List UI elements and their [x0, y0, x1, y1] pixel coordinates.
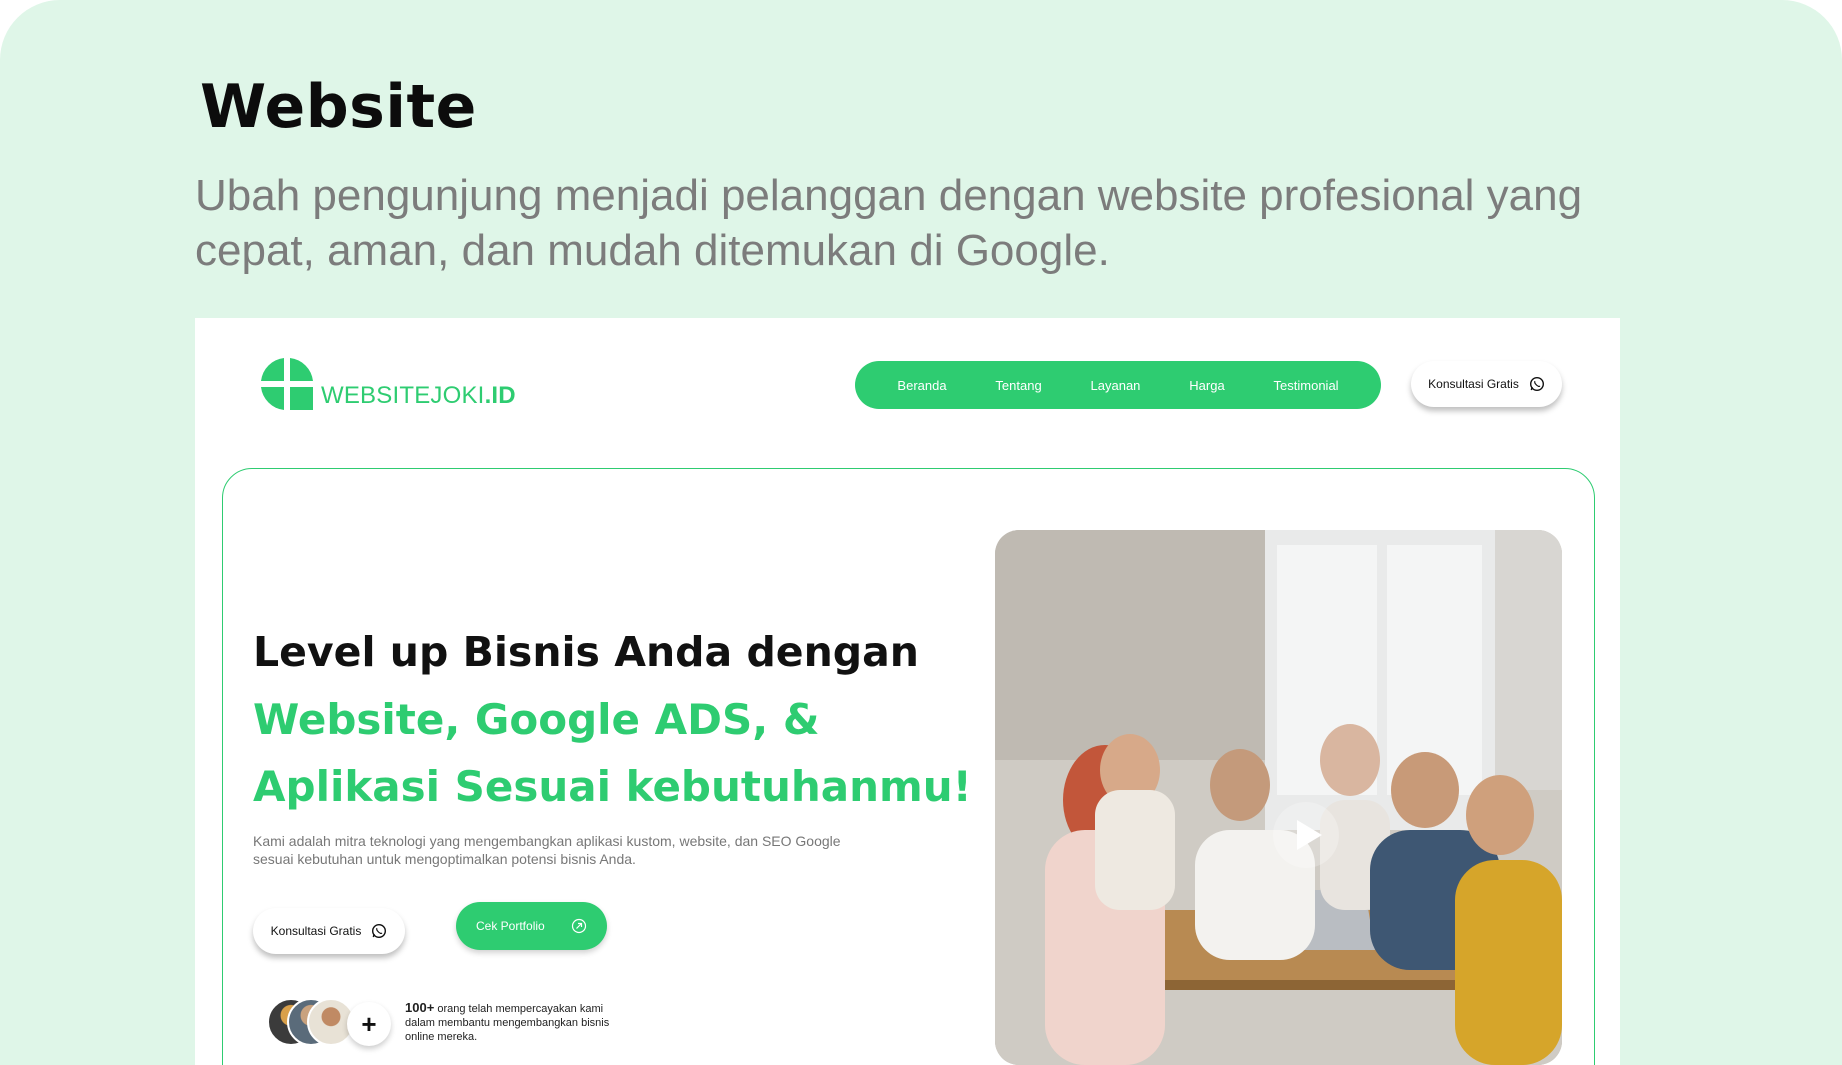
hero-video-thumbnail[interactable] [995, 530, 1562, 1065]
header-consult-button[interactable]: Konsultasi Gratis [1411, 361, 1562, 407]
website-feature-card: Website Ubah pengunjung menjadi pelangga… [0, 0, 1842, 1065]
more-avatars-badge: + [347, 1002, 391, 1046]
whatsapp-icon [372, 923, 387, 939]
main-nav: Beranda Tentang Layanan Harga Testimonia… [855, 361, 1381, 409]
team-meeting-photo [995, 530, 1562, 1065]
portfolio-label: Cek Portfolio [476, 919, 545, 933]
website-preview: WEBSITEJOKI.ID Beranda Tentang Layanan H… [195, 318, 1620, 1065]
hero-consult-label: Konsultasi Gratis [270, 924, 362, 938]
hero-heading-line-3: Aplikasi Sesuai kebutuhanmu! [253, 762, 972, 811]
logo-text-main: WEBSITEJOKI [321, 382, 485, 409]
trust-text: orang telah mempercayakan kami dalam mem… [405, 1003, 610, 1043]
play-icon [1297, 820, 1322, 850]
play-video-button[interactable] [1273, 802, 1339, 868]
logo-text: WEBSITEJOKI.ID [321, 382, 516, 410]
hero-consult-button[interactable]: Konsultasi Gratis [253, 908, 405, 954]
site-logo[interactable]: WEBSITEJOKI.ID [259, 356, 516, 412]
hero-description: Kami adalah mitra teknologi yang mengemb… [253, 833, 841, 867]
logo-mark-icon [261, 358, 313, 410]
arrow-up-right-icon [571, 918, 587, 934]
trust-statement: 100+ orang telah mempercayakan kami dala… [405, 1001, 635, 1044]
nav-item-layanan[interactable]: Layanan [1091, 378, 1141, 393]
hero-heading-line-2: Website, Google ADS, & [253, 695, 820, 744]
header-consult-label: Konsultasi Gratis [1428, 377, 1519, 391]
nav-item-tentang[interactable]: Tentang [995, 378, 1041, 393]
hero-heading-line-1: Level up Bisnis Anda dengan [253, 628, 919, 676]
client-avatars: + [267, 998, 391, 1050]
nav-item-beranda[interactable]: Beranda [897, 378, 946, 393]
section-title: Website [200, 72, 477, 142]
nav-item-testimonial[interactable]: Testimonial [1274, 378, 1339, 393]
nav-item-harga[interactable]: Harga [1189, 378, 1224, 393]
trust-count: 100+ [405, 1000, 435, 1015]
portfolio-button[interactable]: Cek Portfolio [456, 902, 607, 950]
section-subtitle: Ubah pengunjung menjadi pelanggan dengan… [195, 171, 1583, 275]
logo-text-suffix: .ID [484, 382, 516, 409]
whatsapp-icon [1529, 376, 1544, 392]
